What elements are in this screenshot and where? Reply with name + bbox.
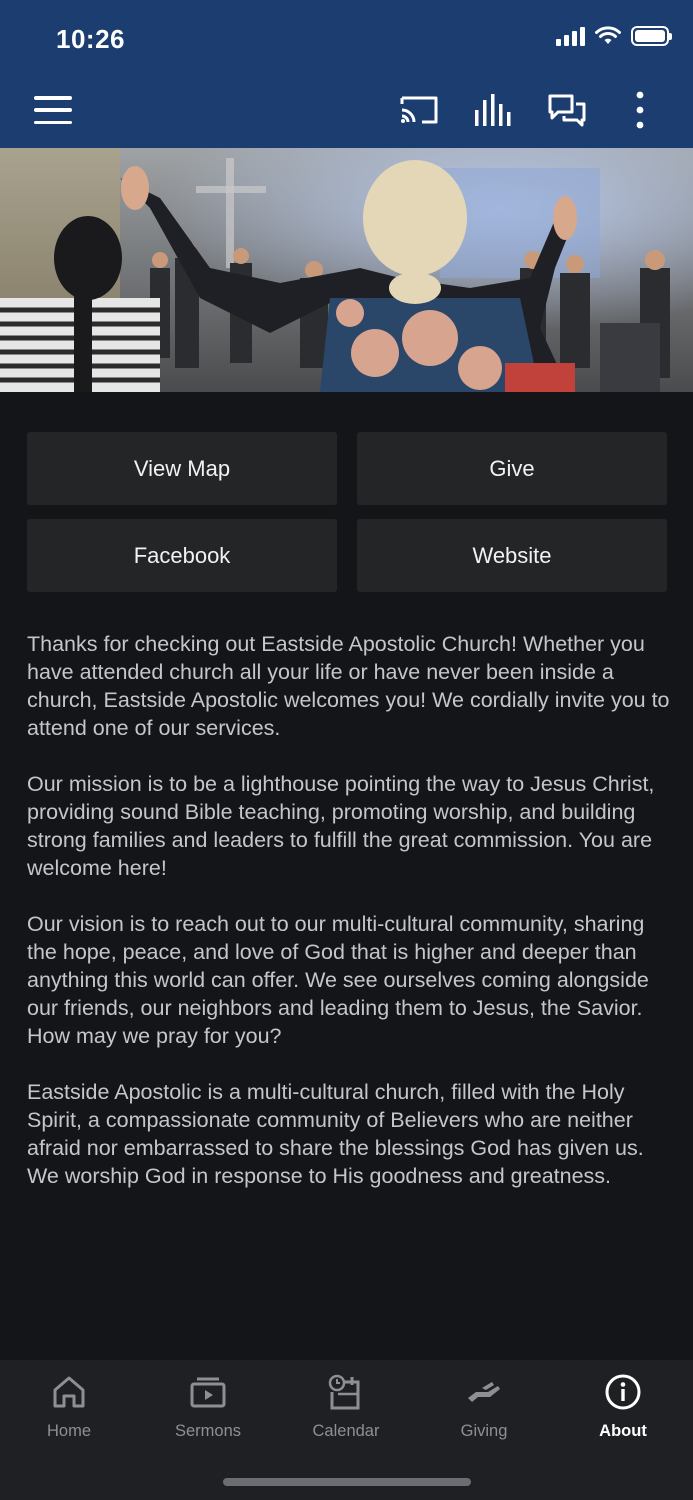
about-paragraph-vision: Our vision is to reach out to our multi-… (27, 912, 649, 1048)
info-icon (605, 1374, 641, 1410)
about-paragraph-mission: Our mission is to be a lighthouse pointi… (27, 772, 655, 880)
play-media-icon (190, 1377, 226, 1408)
app-header: 10:26 (0, 0, 693, 148)
view-map-button[interactable]: View Map (27, 432, 337, 505)
tab-home-label: Home (46, 1422, 91, 1440)
tab-sermons-label: Sermons (174, 1422, 242, 1440)
tab-giving-label: Giving (460, 1422, 508, 1440)
about-paragraph-welcome: Thanks for checking out Eastside Apostol… (27, 632, 670, 740)
home-icon (53, 1376, 85, 1408)
tab-calendar-label: Calendar (312, 1422, 380, 1440)
about-paragraph-identity: Eastside Apostolic is a multi-cultural c… (27, 1080, 644, 1188)
give-button[interactable]: Give (357, 432, 667, 505)
menu-icon[interactable] (34, 96, 72, 124)
tab-about[interactable]: About (568, 1372, 678, 1462)
tab-sermons[interactable]: Sermons (153, 1372, 263, 1462)
calendar-clock-icon (328, 1374, 360, 1410)
cellular-signal-icon (556, 26, 585, 46)
wifi-icon (595, 26, 621, 44)
tab-calendar[interactable]: Calendar (291, 1372, 401, 1462)
tab-home[interactable]: Home (14, 1372, 124, 1462)
tab-about-label: About (599, 1422, 647, 1440)
cast-icon[interactable] (398, 90, 442, 130)
chat-icon[interactable] (546, 90, 590, 130)
home-indicator (223, 1478, 471, 1486)
tab-giving[interactable]: Giving (429, 1372, 539, 1462)
more-vertical-icon[interactable] (618, 90, 662, 130)
status-time: 10:26 (56, 24, 125, 54)
audio-bars-icon[interactable] (471, 90, 515, 130)
about-text: Thanks for checking out Eastside Apostol… (27, 630, 672, 1218)
battery-icon (631, 26, 672, 46)
action-buttons: View Map Give Facebook Website (27, 432, 667, 592)
hero-image (0, 148, 693, 392)
status-icons (556, 26, 672, 46)
facebook-button[interactable]: Facebook (27, 519, 337, 592)
giving-hand-icon (468, 1382, 500, 1402)
website-button[interactable]: Website (357, 519, 667, 592)
